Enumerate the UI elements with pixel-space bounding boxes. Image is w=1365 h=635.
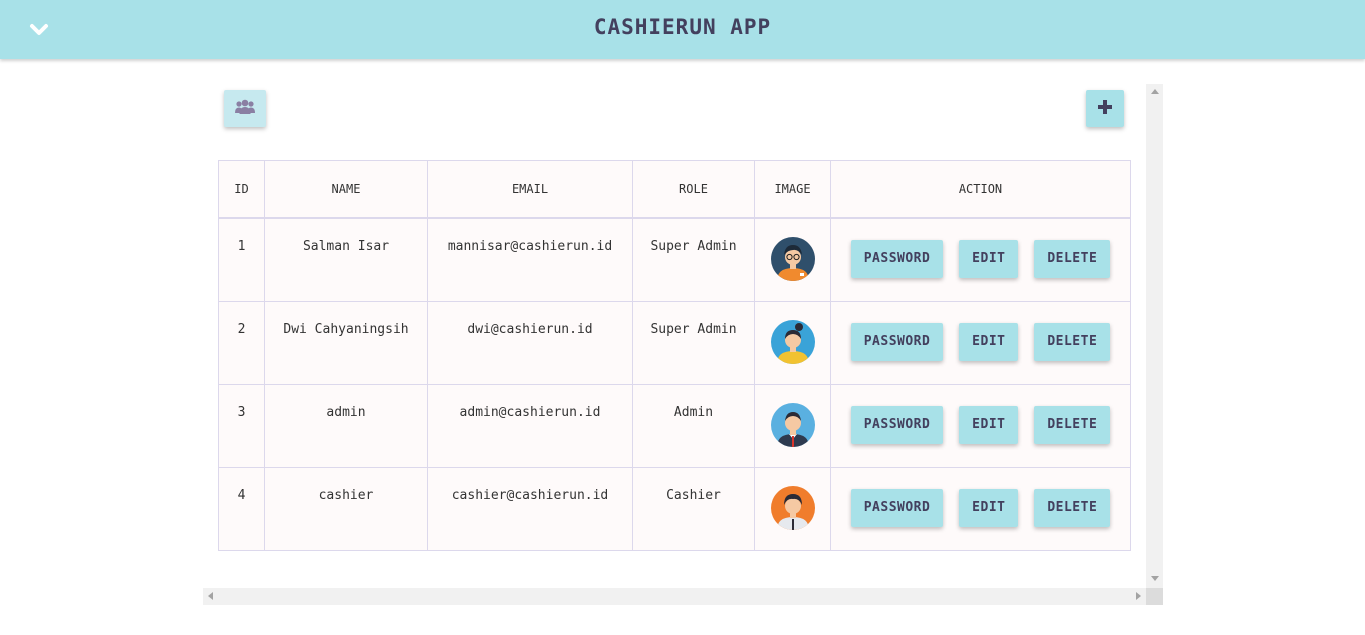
cell-actions: PASSWORD EDIT DELETE [830, 217, 1131, 302]
users-table: ID NAME EMAIL ROLE IMAGE ACTION 1 Salman… [218, 160, 1131, 551]
cell-name: admin [264, 383, 428, 468]
cell-role: Cashier [632, 466, 755, 551]
cell-image [754, 300, 831, 385]
cell-id: 2 [218, 300, 265, 385]
cell-role: Super Admin [632, 217, 755, 302]
cell-actions: PASSWORD EDIT DELETE [830, 466, 1131, 551]
cell-email: dwi@cashierun.id [427, 300, 633, 385]
cell-id: 4 [218, 466, 265, 551]
users-icon [235, 99, 255, 119]
scroll-right-arrow-icon[interactable] [1136, 592, 1141, 600]
cell-actions: PASSWORD EDIT DELETE [830, 383, 1131, 468]
column-header-action: ACTION [830, 160, 1131, 219]
table-row: 1 Salman Isar mannisar@cashierun.id Supe… [218, 217, 1131, 302]
cell-name: Dwi Cahyaningsih [264, 300, 428, 385]
app-title: CASHIERUN APP [593, 15, 772, 39]
cashier-avatar-icon [770, 486, 815, 530]
add-user-button[interactable] [1086, 90, 1124, 127]
delete-button[interactable]: DELETE [1034, 323, 1111, 361]
cell-email: mannisar@cashierun.id [427, 217, 633, 302]
users-button[interactable] [224, 90, 266, 127]
password-button[interactable]: PASSWORD [850, 406, 944, 444]
cell-name: cashier [264, 466, 428, 551]
delete-button[interactable]: DELETE [1034, 489, 1111, 527]
column-header-image: IMAGE [754, 160, 831, 219]
table-row: 2 Dwi Cahyaningsih dwi@cashierun.id Supe… [218, 300, 1131, 385]
cell-role: Super Admin [632, 300, 755, 385]
edit-button[interactable]: EDIT [959, 323, 1019, 361]
table-row: 4 cashier cashier@cashierun.id Cashier P… [218, 466, 1131, 551]
column-header-id: ID [218, 160, 265, 219]
column-header-role: ROLE [632, 160, 755, 219]
column-header-name: NAME [264, 160, 428, 219]
cell-image [754, 383, 831, 468]
edit-button[interactable]: EDIT [959, 240, 1019, 279]
password-button[interactable]: PASSWORD [850, 489, 944, 527]
app-header: CASHIERUN APP [0, 0, 1365, 59]
plus-icon [1098, 99, 1112, 118]
table-header-row: ID NAME EMAIL ROLE IMAGE ACTION [218, 160, 1131, 219]
man-glasses-avatar-icon [770, 237, 815, 282]
cell-id: 1 [218, 217, 265, 302]
password-button[interactable]: PASSWORD [850, 240, 944, 279]
column-header-email: EMAIL [427, 160, 633, 219]
cell-id: 3 [218, 383, 265, 468]
delete-button[interactable]: DELETE [1034, 240, 1111, 279]
cell-image [754, 466, 831, 551]
cell-image [754, 217, 831, 302]
scroll-left-arrow-icon[interactable] [208, 592, 213, 600]
cell-email: admin@cashierun.id [427, 383, 633, 468]
scrollbar-corner [1146, 588, 1163, 605]
table-row: 3 admin admin@cashierun.id Admin PASSWOR… [218, 383, 1131, 468]
cell-name: Salman Isar [264, 217, 428, 302]
man-suit-avatar-icon [770, 403, 815, 447]
vertical-scrollbar[interactable] [1146, 84, 1163, 588]
scroll-down-arrow-icon[interactable] [1151, 576, 1159, 581]
cell-email: cashier@cashierun.id [427, 466, 633, 551]
delete-button[interactable]: DELETE [1034, 406, 1111, 444]
scroll-up-arrow-icon[interactable] [1151, 89, 1159, 94]
cell-actions: PASSWORD EDIT DELETE [830, 300, 1131, 385]
edit-button[interactable]: EDIT [959, 406, 1019, 444]
woman-avatar-icon [770, 320, 815, 364]
horizontal-scrollbar[interactable] [203, 588, 1146, 605]
edit-button[interactable]: EDIT [959, 489, 1019, 527]
password-button[interactable]: PASSWORD [850, 323, 944, 361]
cell-role: Admin [632, 383, 755, 468]
